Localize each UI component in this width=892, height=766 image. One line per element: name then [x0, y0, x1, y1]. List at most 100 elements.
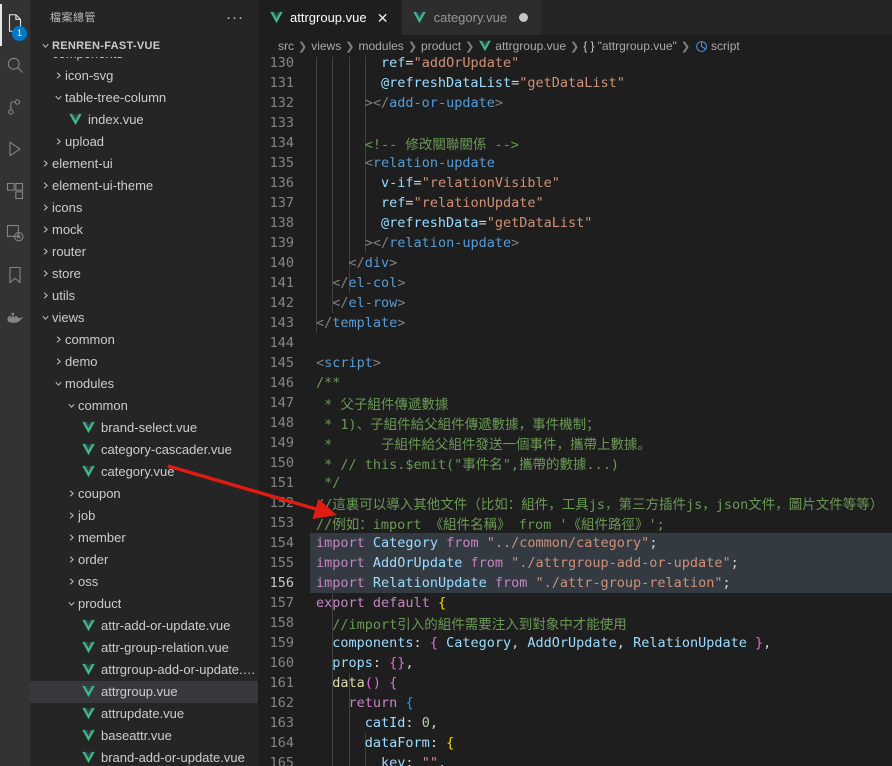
tree-folder-item[interactable]: common: [30, 395, 258, 417]
tree-file-item[interactable]: attr-add-or-update.vue: [30, 615, 258, 637]
tree-file-item[interactable]: brand-select.vue: [30, 417, 258, 439]
tree-folder-item[interactable]: coupon: [30, 483, 258, 505]
code-line[interactable]: 164 dataForm: {: [258, 733, 892, 753]
code-line[interactable]: 162 return {: [258, 693, 892, 713]
breadcrumb-item[interactable]: src: [278, 39, 294, 53]
code-line[interactable]: 137 ref="relationUpdate": [258, 193, 892, 213]
code-line[interactable]: 144: [258, 333, 892, 353]
tree-folder-item[interactable]: job: [30, 505, 258, 527]
tree-folder-item[interactable]: mock: [30, 219, 258, 241]
activity-item-explorer[interactable]: 1: [0, 4, 30, 46]
code-editor[interactable]: 130 ref="addOrUpdate" 131 @refreshDataLis…: [258, 57, 892, 766]
code-line[interactable]: 134 <!-- 修改關聯關係 -->: [258, 133, 892, 153]
workspace-root-row[interactable]: RENREN-FAST-VUE: [30, 35, 258, 57]
tree-folder-item[interactable]: upload: [30, 131, 258, 153]
breadcrumb-item[interactable]: views: [311, 39, 341, 53]
code-line[interactable]: 131 @refreshDataList="getDataList": [258, 73, 892, 93]
code-line[interactable]: 148 * 1)、子組件給父組件傳遞數據，事件機制；: [258, 413, 892, 433]
code-line[interactable]: 141 </el-col>: [258, 273, 892, 293]
tree-folder-item[interactable]: views: [30, 307, 258, 329]
activity-item-source-control[interactable]: [0, 88, 30, 130]
breadcrumb-item[interactable]: product: [421, 39, 461, 53]
activity-item-bookmarks[interactable]: [0, 256, 30, 298]
tree-folder-item[interactable]: table-tree-column: [30, 87, 258, 109]
activity-item-run-and-debug[interactable]: [0, 130, 30, 172]
code-line[interactable]: 165 key: "",: [258, 753, 892, 766]
breadcrumb-item[interactable]: script: [694, 39, 740, 53]
tree-folder-item[interactable]: element-ui: [30, 153, 258, 175]
tree-folder-item[interactable]: icon-svg: [30, 65, 258, 87]
tree-item-label: index.vue: [88, 112, 144, 128]
tree-folder-item[interactable]: icons: [30, 197, 258, 219]
code-line[interactable]: 139 ></relation-update>: [258, 233, 892, 253]
line-number: 131: [269, 75, 294, 91]
tree-folder-item[interactable]: store: [30, 263, 258, 285]
tree-file-item[interactable]: brand-add-or-update.vue: [30, 747, 258, 766]
tree-folder-item[interactable]: demo: [30, 351, 258, 373]
tree-folder-item[interactable]: router: [30, 241, 258, 263]
tree-file-item[interactable]: category-cascader.vue: [30, 439, 258, 461]
tree-file-item[interactable]: attrupdate.vue: [30, 703, 258, 725]
code-line[interactable]: 152 //這裏可以導入其他文件（比如：組件，工具js，第三方插件js，json文…: [258, 493, 892, 513]
tree-file-item[interactable]: attrgroup.vue: [30, 680, 258, 703]
breadcrumb-item[interactable]: { } "attrgroup.vue": [583, 39, 677, 53]
activity-item-extensions[interactable]: [0, 172, 30, 214]
tree-folder-item[interactable]: order: [30, 549, 258, 571]
file-tree[interactable]: components icon-svg table-tree-column index…: [30, 56, 258, 766]
code-line[interactable]: 143 </template>: [258, 313, 892, 333]
activity-item-testing[interactable]: [0, 214, 30, 256]
code-line[interactable]: 145 <script>: [258, 353, 892, 373]
tab-close-icon[interactable]: ✕: [375, 10, 391, 26]
code-line[interactable]: 133: [258, 113, 892, 133]
code-line[interactable]: 146 /**: [258, 373, 892, 393]
code-line[interactable]: 155 import AddOrUpdate from "./attrgroup-…: [258, 553, 892, 573]
code-line[interactable]: 157 export default {: [258, 593, 892, 613]
tree-file-item[interactable]: category.vue: [30, 461, 258, 483]
code-line[interactable]: 159 components: { Category, AddOrUpdate,…: [258, 633, 892, 653]
code-line[interactable]: 156 import RelationUpdate from "./attr-gr…: [258, 573, 892, 593]
tree-folder-item[interactable]: utils: [30, 285, 258, 307]
code-line[interactable]: 130 ref="addOrUpdate": [258, 57, 892, 73]
code-line[interactable]: 132 ></add-or-update>: [258, 93, 892, 113]
code-line[interactable]: 160 props: {},: [258, 653, 892, 673]
tree-folder-item[interactable]: components: [30, 57, 258, 65]
editor-tab[interactable]: attrgroup.vue ✕: [258, 0, 402, 35]
code-line[interactable]: 135 <relation-update: [258, 153, 892, 173]
tree-folder-item[interactable]: modules: [30, 373, 258, 395]
workspace-root-label: RENREN-FAST-VUE: [52, 39, 161, 52]
code-line[interactable]: 153 //例如：import 《組件名稱》 from '《組件路徑》';: [258, 513, 892, 533]
tree-item-label: demo: [65, 354, 98, 370]
activity-item-docker[interactable]: [0, 298, 30, 340]
code-line[interactable]: 142 </el-row>: [258, 293, 892, 313]
tree-file-item[interactable]: baseattr.vue: [30, 725, 258, 747]
code-line[interactable]: 150 * // this.$emit("事件名",攜帶的數據...): [258, 453, 892, 473]
tree-file-item[interactable]: index.vue: [30, 109, 258, 131]
more-actions-button[interactable]: ···: [226, 9, 250, 26]
code-line[interactable]: 138 @refreshData="getDataList": [258, 213, 892, 233]
tab-dirty-indicator[interactable]: [515, 10, 531, 26]
code-line[interactable]: 149 * 子組件給父組件發送一個事件，攜帶上數據。: [258, 433, 892, 453]
code-line[interactable]: 154 import Category from "../common/categ…: [258, 533, 892, 553]
activity-item-search[interactable]: [0, 46, 30, 88]
tree-folder-item[interactable]: common: [30, 329, 258, 351]
breadcrumb[interactable]: src ❯ views ❯ modules ❯ product ❯ attrgroup.vue ❯…: [258, 35, 892, 57]
editor-tab[interactable]: category.vue: [401, 0, 543, 35]
code-line[interactable]: 140 </div>: [258, 253, 892, 273]
code-line-content: props: {},: [332, 655, 414, 671]
breadcrumb-item[interactable]: modules: [358, 39, 403, 53]
tree-folder-item[interactable]: oss: [30, 571, 258, 593]
code-line[interactable]: 161 data() {: [258, 673, 892, 693]
code-line[interactable]: 158 //import引入的組件需要注入到對象中才能使用: [258, 613, 892, 633]
code-line-content: </template>: [316, 315, 406, 331]
code-line[interactable]: 147 * 父子組件傳遞數據: [258, 393, 892, 413]
code-line[interactable]: 136 v-if="relationVisible": [258, 173, 892, 193]
code-line[interactable]: 151 */: [258, 473, 892, 493]
breadcrumb-item[interactable]: attrgroup.vue: [478, 39, 566, 53]
vue-file-icon: [80, 750, 96, 766]
tree-file-item[interactable]: attr-group-relation.vue: [30, 637, 258, 659]
tree-folder-item[interactable]: product: [30, 593, 258, 615]
tree-file-item[interactable]: attrgroup-add-or-update.v...: [30, 659, 258, 681]
tree-folder-item[interactable]: member: [30, 527, 258, 549]
code-line[interactable]: 163 catId: 0,: [258, 713, 892, 733]
tree-folder-item[interactable]: element-ui-theme: [30, 175, 258, 197]
